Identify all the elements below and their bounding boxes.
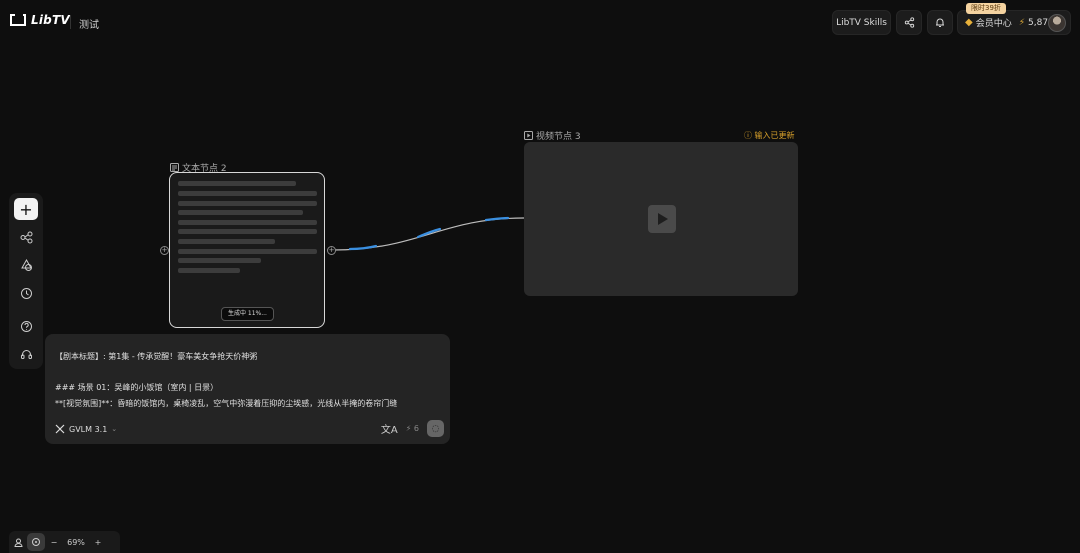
pan-tool-icon[interactable] xyxy=(27,533,45,551)
text-node[interactable]: 生成中 11%... xyxy=(169,172,325,328)
prompt-line: ### 场景 01：吴峰的小饭馆（室内 | 日景） xyxy=(55,383,219,392)
model-icon xyxy=(55,424,65,434)
skeleton-line xyxy=(178,268,240,273)
cost-indicator: ⚡ 6 xyxy=(406,424,419,433)
prompt-line: 【剧本标题】: 第1集 - 传承觉醒！豪车美女争抢天价神粥 xyxy=(55,352,258,361)
model-selector[interactable]: GVLM 3.1 ⌄ xyxy=(55,424,117,434)
chevron-down-icon: ⌄ xyxy=(111,425,118,433)
input-port[interactable]: + xyxy=(160,246,169,255)
generation-status: 生成中 11%... xyxy=(221,307,274,321)
generate-button[interactable]: ◌ xyxy=(427,420,444,437)
video-node-label: 视频节点 3 xyxy=(536,132,581,142)
warning-icon: ⓘ xyxy=(744,131,752,140)
text-doc-icon xyxy=(170,163,179,172)
prompt-actions: 文A ⚡ 6 ◌ xyxy=(381,420,444,437)
skeleton-line xyxy=(178,239,275,244)
zoom-bar: − 69% + xyxy=(9,531,120,553)
warning-text: 输入已更新 xyxy=(754,131,795,140)
skeleton-line xyxy=(178,210,303,215)
video-icon xyxy=(524,131,533,140)
prompt-panel[interactable]: 【剧本标题】: 第1集 - 传承觉醒！豪车美女争抢天价神粥 ### 场景 01：… xyxy=(45,334,450,444)
zoom-out-button[interactable]: − xyxy=(45,533,63,551)
bolt-icon: ⚡ xyxy=(405,424,412,433)
video-node[interactable] xyxy=(524,142,798,296)
skeleton-line xyxy=(178,201,317,206)
skeleton-line xyxy=(178,220,317,225)
play-icon[interactable] xyxy=(648,205,676,233)
skeleton-line xyxy=(178,191,317,196)
user-icon[interactable] xyxy=(9,533,27,551)
video-node-title[interactable]: 视频节点 3 xyxy=(524,129,581,142)
translate-icon[interactable]: 文A xyxy=(381,421,398,436)
input-updated-warning: ⓘ 输入已更新 xyxy=(744,130,795,141)
skeleton-line xyxy=(178,249,317,254)
zoom-in-button[interactable]: + xyxy=(89,533,107,551)
loading-icon: ◌ xyxy=(431,423,440,434)
skeleton-line xyxy=(178,258,261,263)
skeleton-line xyxy=(178,229,317,234)
skeleton-line xyxy=(178,181,296,186)
output-port[interactable]: + xyxy=(327,246,336,255)
cost-value: 6 xyxy=(413,424,419,433)
model-name: GVLM 3.1 xyxy=(69,424,108,434)
zoom-level: 69% xyxy=(67,537,85,547)
prompt-line: **[视觉氛围]**：昏暗的饭馆内，桌椅凌乱，空气中弥漫着压抑的尘埃感，光线从半… xyxy=(55,399,398,408)
